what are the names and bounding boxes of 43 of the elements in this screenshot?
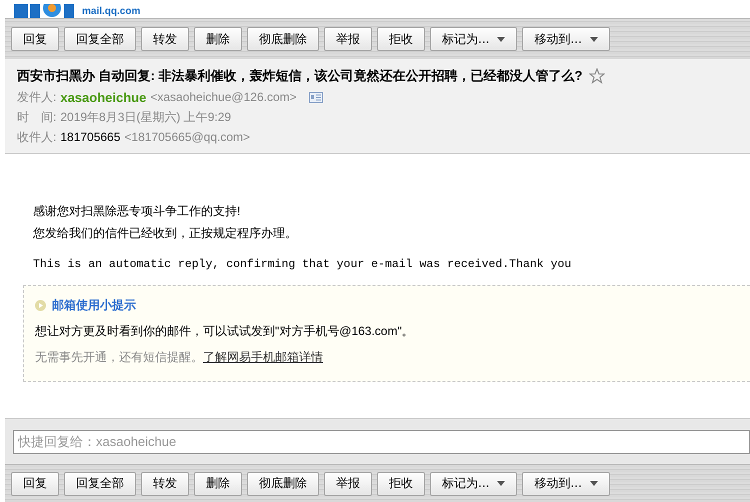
logo-icon	[14, 4, 76, 18]
caret-icon	[590, 481, 598, 486]
dropdown-button[interactable]: 标记为...	[430, 27, 518, 51]
tip-text: 想让对方更及时看到你的邮件，可以试试发到"对方手机号@163.com"。	[35, 323, 415, 340]
sent-time: 2019年8月3日(星期六) 上午9:29	[60, 108, 232, 126]
caret-icon	[497, 36, 506, 42]
toolbar-button[interactable]: 删除	[194, 27, 242, 51]
caret-icon	[497, 481, 506, 486]
quick-reply-field[interactable]: 快捷回复给：xasaoheichue	[13, 430, 750, 454]
recipient-label: 收件人:	[17, 128, 56, 146]
recipient-address: <181705665@qq.com>	[124, 130, 250, 144]
toolbar-button[interactable]: 回复	[11, 27, 59, 51]
caret-icon	[590, 36, 598, 42]
toolbar-button[interactable]: 举报	[324, 27, 372, 51]
logo-domain: mail.qq.com	[82, 6, 140, 18]
time-label: 时 间:	[17, 108, 56, 126]
toolbar-button[interactable]: 回复全部	[64, 27, 136, 51]
tip-title: 邮箱使用小提示	[52, 297, 136, 314]
tip-note: 无需事先开通，还有短信提醒。	[35, 350, 203, 364]
toolbar-button[interactable]: 转发	[141, 472, 189, 496]
recipient-name: 181705665	[60, 130, 120, 144]
dropdown-button[interactable]: 移动到...	[522, 27, 610, 51]
toolbar-button[interactable]: 拒收	[377, 472, 425, 496]
toolbar-button[interactable]: 彻底删除	[247, 472, 319, 496]
details-link[interactable]: 了解网易手机邮箱详情	[203, 350, 323, 364]
toolbar-button[interactable]: 转发	[141, 27, 189, 51]
play-icon	[35, 300, 46, 311]
toolbar-button[interactable]: 拒收	[377, 27, 425, 51]
star-icon[interactable]	[588, 68, 604, 84]
sender-label: 发件人:	[17, 88, 56, 106]
toolbar-button[interactable]: 举报	[324, 472, 372, 496]
contact-card-icon[interactable]	[308, 92, 323, 102]
dropdown-button[interactable]: 标记为...	[430, 472, 518, 496]
toolbar-button[interactable]: 彻底删除	[247, 27, 319, 51]
body-text: This is an automatic reply, confirming that your e-mail was received.Thank you	[33, 257, 572, 273]
toolbar-button[interactable]: 回复	[11, 472, 59, 496]
sender-address: <xasaoheichue@126.com>	[150, 90, 297, 104]
toolbar-button[interactable]: 删除	[194, 472, 242, 496]
body-text: 感谢您对扫黑除恶专项斗争工作的支持!	[33, 203, 242, 220]
toolbar-button[interactable]: 回复全部	[64, 472, 136, 496]
body-text: 您发给我们的信件已经收到，正按规定程序办理。	[33, 225, 298, 242]
dropdown-button[interactable]: 移动到...	[522, 472, 610, 496]
email-subject: 西安市扫黑办 自动回复: 非法暴利催收，轰炸短信，该公司竟然还在公开招聘，已经都没人管了么?	[17, 67, 582, 85]
